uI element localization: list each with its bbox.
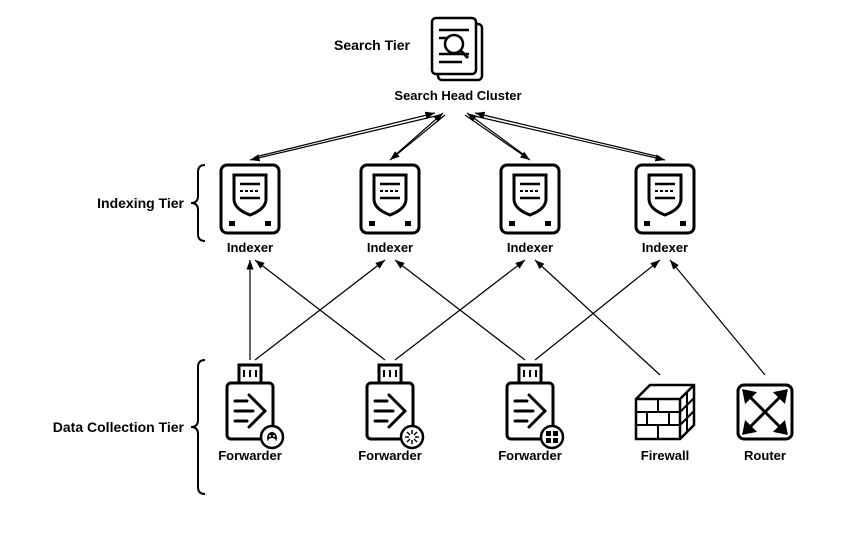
data-tier-label: Data Collection Tier [53,419,185,435]
indexer-3-label: Indexer [507,240,553,255]
forwarder-1-label: Forwarder [218,448,282,463]
firewall-label: Firewall [641,448,689,463]
indexer-2-label: Indexer [367,240,413,255]
indexer-4-label: Indexer [642,240,688,255]
indexing-bracket [191,165,205,241]
forwarder-1 [227,365,283,448]
indexer-1-label: Indexer [227,240,273,255]
indexer-4 [636,165,694,233]
forwarder-3 [507,365,563,448]
data-bracket [191,360,205,494]
search-head-cluster-label: Search Head Cluster [394,88,521,103]
indexer-3 [501,165,559,233]
firewall-icon [636,385,694,439]
indexer-2 [361,165,419,233]
arrows-fwd-indexers [250,260,765,375]
indexer-1 [221,165,279,233]
search-head-cluster-icon [432,18,482,80]
arrows-search-indexers [250,113,665,160]
architecture-diagram: Search Tier Indexing Tier Data Collectio… [0,0,854,539]
search-tier-label: Search Tier [334,37,411,53]
router-label: Router [744,448,786,463]
indexing-tier-label: Indexing Tier [97,195,184,211]
forwarder-2 [367,365,423,448]
forwarder-3-label: Forwarder [498,448,562,463]
forwarder-2-label: Forwarder [358,448,422,463]
router-icon [738,385,792,439]
